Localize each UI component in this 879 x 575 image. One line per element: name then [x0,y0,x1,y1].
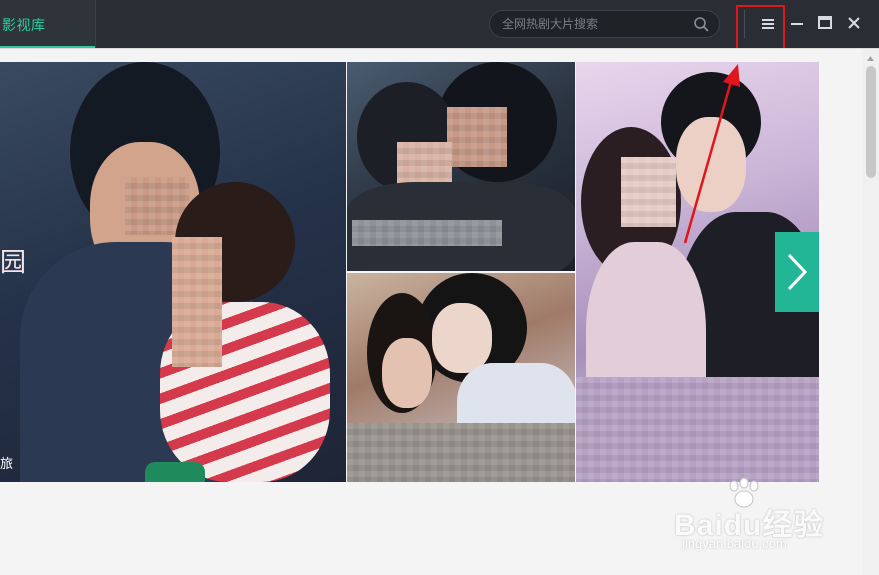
tab-video-library-label: 影视库 [2,18,46,34]
actor-face [382,338,432,408]
baidu-watermark: Baidu经验 jingyan.baidu.com [674,478,864,558]
pixelated-title [576,377,819,482]
pixelated-title [347,423,575,482]
tile-caption-fragment: 旅 [0,457,14,472]
banner-tile-bottom-middle[interactable] [347,273,575,482]
minimize-icon[interactable] [788,12,806,34]
green-sleeve [145,462,205,482]
annotation-arrow [683,64,740,244]
watermark-url: jingyan.baidu.com [682,536,787,551]
pixelated-face [447,107,507,167]
search-icon[interactable] [693,16,709,32]
carousel-next-button[interactable] [775,232,819,312]
search-input[interactable] [502,11,687,37]
tile-title-fragment: 园 [0,248,27,278]
banner-tile-main[interactable] [0,62,346,482]
scroll-up-arrow-icon[interactable] [866,55,875,62]
tab-divider [95,0,96,48]
scrollbar-thumb[interactable] [866,66,876,178]
maximize-icon[interactable] [815,12,835,34]
pixelated-title [352,220,502,246]
pixelated-face-2 [172,237,222,367]
close-icon[interactable] [844,12,864,34]
actress-face [432,303,492,373]
tab-video-library[interactable]: 影视库 [0,0,95,48]
search-box[interactable] [489,10,720,38]
chevron-right-icon [787,253,808,291]
banner-tile-top-middle[interactable] [347,62,575,271]
pixelated-face [621,157,676,227]
